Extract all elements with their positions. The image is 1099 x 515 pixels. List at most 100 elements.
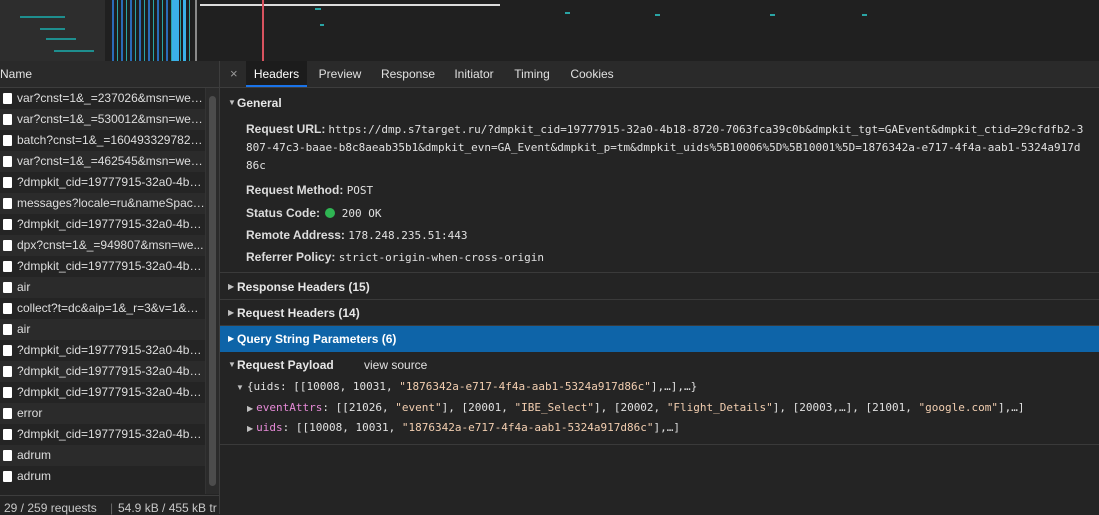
overview-bar	[172, 0, 179, 61]
query-string-title: Query String Parameters (6)	[237, 332, 397, 346]
status-code-label: Status Code:	[246, 206, 321, 220]
request-headers-section-header[interactable]: ▶ Request Headers (14)	[220, 301, 1099, 325]
request-row[interactable]: messages?locale=ru&nameSpace...	[0, 193, 205, 214]
file-icon	[3, 114, 12, 125]
file-icon	[3, 177, 12, 188]
detail-tabs: × Headers Preview Response Initiator Tim…	[220, 61, 1099, 88]
request-name: adrum	[17, 469, 52, 483]
overview-bar	[20, 16, 65, 18]
file-icon	[3, 198, 12, 209]
request-name: ?dmpkit_cid=19777915-32a0-4b1...	[17, 175, 205, 189]
request-name: var?cnst=1&_=530012&msn=web...	[17, 112, 205, 126]
file-icon	[3, 240, 12, 251]
view-source-link[interactable]: view source	[364, 358, 427, 372]
request-name: messages?locale=ru&nameSpace...	[17, 196, 205, 210]
overview-bar	[655, 14, 660, 16]
remote-address-value: 178.248.235.51:443	[348, 229, 468, 242]
request-name: ?dmpkit_cid=19777915-32a0-4b1...	[17, 364, 205, 378]
section-separator	[220, 299, 1099, 300]
request-row[interactable]: error	[0, 403, 205, 424]
request-list-scrollbar[interactable]	[205, 88, 220, 494]
overview-bar	[862, 14, 867, 16]
request-row[interactable]: air	[0, 277, 205, 298]
file-icon	[3, 219, 12, 230]
request-row[interactable]: adrum	[0, 466, 205, 487]
request-name: ?dmpkit_cid=19777915-32a0-4b1...	[17, 385, 205, 399]
referrer-policy-value: strict-origin-when-cross-origin	[338, 251, 545, 264]
request-name: error	[17, 406, 43, 420]
tab-preview[interactable]: Preview	[312, 61, 368, 87]
request-name: dpx?cnst=1&_=949807&msn=we...	[17, 238, 204, 252]
network-overview[interactable]	[0, 0, 1099, 62]
name-column-header[interactable]: Name	[0, 61, 219, 88]
request-name: collect?t=dc&aip=1&_r=3&v=1&_v...	[17, 301, 205, 315]
file-icon	[3, 282, 12, 293]
triangle-down-icon: ▼	[228, 98, 236, 107]
request-row[interactable]: ?dmpkit_cid=19777915-32a0-4b1...	[0, 214, 205, 235]
overview-bar	[320, 24, 324, 26]
request-name: ?dmpkit_cid=19777915-32a0-4b1...	[17, 259, 205, 273]
request-row[interactable]: ?dmpkit_cid=19777915-32a0-4b1...	[0, 256, 205, 277]
payload-root[interactable]: ▼ {uids: [[10008, 10031, "1876342a-e717-4…	[236, 380, 697, 393]
request-row[interactable]: ?dmpkit_cid=19777915-32a0-4b1...	[0, 361, 205, 382]
request-count: 29 / 259 requests	[4, 501, 97, 515]
request-row[interactable]: var?cnst=1&_=530012&msn=web...	[0, 109, 205, 130]
request-row[interactable]: var?cnst=1&_=237026&msn=web...	[0, 88, 205, 109]
request-row[interactable]: ?dmpkit_cid=19777915-32a0-4b1...	[0, 424, 205, 445]
request-detail-panel: × Headers Preview Response Initiator Tim…	[220, 61, 1099, 514]
file-icon	[3, 450, 12, 461]
request-method-label: Request Method:	[246, 183, 344, 197]
close-icon[interactable]: ×	[230, 66, 238, 81]
overview-bar	[770, 14, 775, 16]
triangle-down-icon: ▼	[236, 383, 244, 392]
query-string-section-header[interactable]: ▶ Query String Parameters (6)	[220, 326, 1099, 352]
response-headers-section-header[interactable]: ▶ Response Headers (15)	[220, 275, 1099, 299]
request-row[interactable]: ?dmpkit_cid=19777915-32a0-4b1...	[0, 172, 205, 193]
overview-bar	[262, 0, 264, 61]
referrer-policy-row: Referrer Policy: strict-origin-when-cros…	[246, 250, 544, 264]
file-icon	[3, 429, 12, 440]
general-section-header[interactable]: ▼ General	[220, 91, 1099, 115]
status-divider: |	[110, 501, 114, 515]
request-name: batch?cnst=1&_=1604933297826...	[17, 133, 205, 147]
overview-bar	[315, 8, 321, 10]
name-column-label: Name	[0, 67, 33, 81]
request-name: var?cnst=1&_=462545&msn=web...	[17, 154, 205, 168]
overview-bar	[200, 4, 500, 6]
request-payload-section-header[interactable]: ▼ Request Payload view source	[220, 353, 1099, 377]
tab-headers[interactable]: Headers	[246, 61, 307, 87]
triangle-down-icon: ▼	[228, 360, 236, 369]
request-row[interactable]: batch?cnst=1&_=1604933297826...	[0, 130, 205, 151]
request-row[interactable]: adrum	[0, 445, 205, 466]
tab-initiator[interactable]: Initiator	[446, 61, 502, 87]
section-separator	[220, 272, 1099, 273]
status-code-value: 200 OK	[341, 207, 382, 220]
overview-bar	[46, 38, 76, 40]
triangle-right-icon: ▶	[228, 282, 235, 291]
payload-event-attrs[interactable]: ▶ eventAttrs: [[21026, "event"], [20001, …	[247, 401, 1024, 414]
file-icon	[3, 345, 12, 356]
request-row[interactable]: dpx?cnst=1&_=949807&msn=we...	[0, 235, 205, 256]
transferred-size: 54.9 kB / 455 kB tr	[118, 501, 217, 515]
request-row[interactable]: ?dmpkit_cid=19777915-32a0-4b1...	[0, 340, 205, 361]
file-icon	[3, 156, 12, 167]
overview-bar	[565, 12, 570, 14]
scrollbar-thumb[interactable]	[209, 96, 216, 486]
status-code-row: Status Code: 200 OK	[246, 206, 381, 220]
request-name: air	[17, 322, 31, 336]
request-name: adrum	[17, 448, 52, 462]
request-row[interactable]: var?cnst=1&_=462545&msn=web...	[0, 151, 205, 172]
request-url-row: Request URL: https://dmp.s7target.ru/?dm…	[246, 120, 1086, 175]
overview-bar	[112, 0, 192, 61]
triangle-right-icon: ▶	[228, 334, 235, 343]
request-row[interactable]: air	[0, 319, 205, 340]
overview-bar	[195, 0, 197, 61]
request-row[interactable]: ?dmpkit_cid=19777915-32a0-4b1...	[0, 382, 205, 403]
tab-timing[interactable]: Timing	[507, 61, 557, 87]
request-row[interactable]: collect?t=dc&aip=1&_r=3&v=1&_v...	[0, 298, 205, 319]
request-url-label: Request URL:	[246, 122, 326, 136]
payload-uids[interactable]: ▶ uids: [[10008, 10031, "1876342a-e717-4f…	[247, 421, 680, 434]
overview-bar	[183, 0, 186, 61]
tab-cookies[interactable]: Cookies	[563, 61, 621, 87]
tab-response[interactable]: Response	[374, 61, 442, 87]
